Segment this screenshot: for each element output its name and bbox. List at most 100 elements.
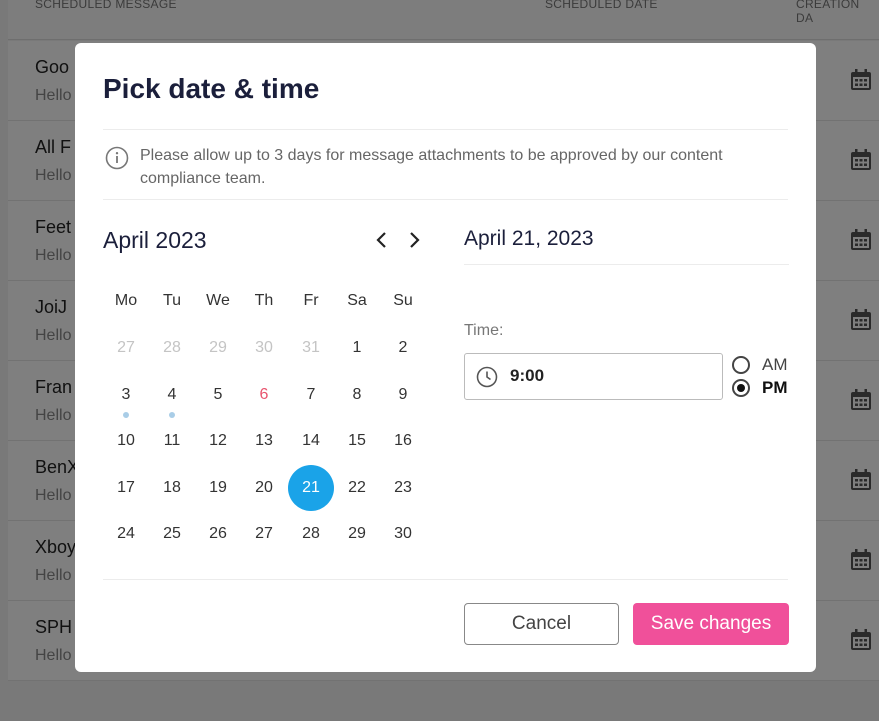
calendar-day[interactable]: 9 (380, 372, 426, 418)
calendar-day-number: 18 (163, 478, 181, 496)
calendar-day-number: 11 (163, 432, 181, 449)
calendar-day-number: 6 (259, 385, 269, 403)
calendar-day-number: 12 (209, 432, 227, 449)
calendar-day-number: 10 (117, 432, 135, 449)
divider (103, 199, 788, 200)
event-dot (169, 411, 175, 418)
calendar-day[interactable]: 18 (149, 465, 195, 511)
calendar-day[interactable]: 6 (241, 372, 287, 418)
calendar-day-number: 20 (255, 478, 273, 496)
time-label: Time: (464, 322, 504, 339)
calendar-day[interactable]: 15 (334, 418, 380, 464)
calendar-day-number: 27 (117, 339, 135, 356)
next-month-button[interactable] (404, 229, 424, 251)
calendar-day[interactable]: 7 (288, 372, 334, 418)
calendar-day[interactable]: 14 (288, 418, 334, 464)
weekday-header: Sa (347, 292, 367, 309)
calendar-day-number: 22 (348, 478, 366, 496)
calendar-day-number: 13 (255, 432, 273, 449)
calendar-day[interactable]: 17 (103, 465, 149, 511)
calendar-day[interactable]: 19 (195, 465, 241, 511)
info-icon (105, 146, 129, 170)
calendar-day[interactable]: 10 (103, 418, 149, 464)
calendar-day[interactable]: 23 (380, 465, 426, 511)
calendar-day[interactable]: 28 (149, 325, 195, 371)
calendar-day[interactable]: 2 (380, 325, 426, 371)
time-value: 9:00 (510, 366, 545, 385)
weekday-header: We (206, 292, 230, 309)
calendar-day[interactable]: 27 (241, 511, 287, 557)
calendar-day-number: 4 (167, 385, 177, 403)
calendar-day-number: 29 (348, 525, 366, 542)
calendar-day-number: 28 (163, 339, 181, 356)
save-changes-button[interactable]: Save changes (633, 603, 789, 645)
calendar-month-label: April 2023 (103, 227, 207, 253)
time-input[interactable]: 9:00 (464, 353, 723, 400)
chevron-left-icon (376, 232, 386, 248)
calendar-day[interactable]: 30 (380, 511, 426, 557)
weekday-header: Tu (162, 292, 182, 309)
calendar-day-number: 29 (209, 339, 227, 356)
pick-date-time-dialog: Pick date & time Please allow up to 3 da… (75, 43, 816, 672)
calendar-day-number: 5 (213, 385, 223, 403)
calendar-day[interactable]: 12 (195, 418, 241, 464)
calendar-day[interactable]: 25 (149, 511, 195, 557)
calendar-day-number: 25 (163, 525, 181, 542)
calendar-day-number: 1 (352, 339, 362, 356)
calendar-day[interactable]: 20 (241, 465, 287, 511)
compliance-notice: Please allow up to 3 days for message at… (140, 147, 723, 187)
calendar-day[interactable]: 16 (380, 418, 426, 464)
prev-month-button[interactable] (372, 229, 392, 251)
dialog-title: Pick date & time (103, 73, 320, 104)
calendar-day[interactable]: 22 (334, 465, 380, 511)
am-label: AM (762, 355, 788, 374)
calendar-day[interactable]: 29 (334, 511, 380, 557)
calendar-day-number: 27 (255, 525, 273, 542)
calendar-day[interactable]: 13 (241, 418, 287, 464)
calendar-day-number: 30 (394, 525, 412, 542)
calendar-day[interactable]: 24 (103, 511, 149, 557)
calendar-day-number: 9 (398, 385, 408, 403)
calendar-day-number: 24 (117, 525, 135, 542)
calendar-day-number: 2 (398, 339, 408, 356)
calendar-day-number: 3 (121, 385, 131, 403)
pm-radio-circle[interactable] (732, 379, 750, 397)
weekday-header: Su (393, 292, 413, 309)
calendar-day-number: 17 (117, 478, 135, 496)
calendar-day-selected[interactable]: 21 (288, 464, 334, 511)
calendar-day[interactable]: 28 (288, 511, 334, 557)
chevron-right-icon (410, 232, 420, 248)
calendar-day-number: 30 (255, 339, 273, 356)
calendar-day-number: 31 (302, 339, 320, 356)
divider (103, 579, 788, 580)
calendar-day[interactable]: 4 (149, 372, 195, 418)
calendar-day-number: 23 (394, 478, 412, 496)
calendar-day[interactable]: 11 (149, 418, 195, 464)
event-dot (123, 411, 129, 418)
calendar-day-number: 14 (302, 432, 320, 449)
calendar-day[interactable]: 3 (103, 372, 149, 418)
divider (464, 264, 789, 265)
am-radio-circle[interactable] (732, 356, 750, 374)
calendar-day[interactable]: 27 (103, 325, 149, 371)
weekday-header: Mo (114, 292, 138, 309)
calendar-day[interactable]: 31 (288, 325, 334, 371)
calendar-day-number: 8 (352, 385, 362, 403)
calendar-day-number: 7 (306, 385, 316, 403)
calendar-day[interactable]: 1 (334, 325, 380, 371)
calendar-day[interactable]: 29 (195, 325, 241, 371)
clock-icon (476, 366, 498, 388)
calendar-day-number: 19 (209, 478, 227, 496)
pm-label: PM (762, 378, 788, 397)
selected-date-label: April 21, 2023 (464, 227, 594, 250)
calendar-day[interactable]: 5 (195, 372, 241, 418)
calendar-day[interactable]: 8 (334, 372, 380, 418)
calendar-day-number: 15 (348, 432, 366, 449)
calendar-day[interactable]: 26 (195, 511, 241, 557)
calendar-day-number: 21 (302, 478, 320, 496)
cancel-button[interactable]: Cancel (464, 603, 619, 645)
divider (103, 129, 788, 130)
calendar-day[interactable]: 30 (241, 325, 287, 371)
calendar-day-number: 28 (302, 525, 320, 542)
calendar-day-number: 26 (209, 525, 227, 542)
